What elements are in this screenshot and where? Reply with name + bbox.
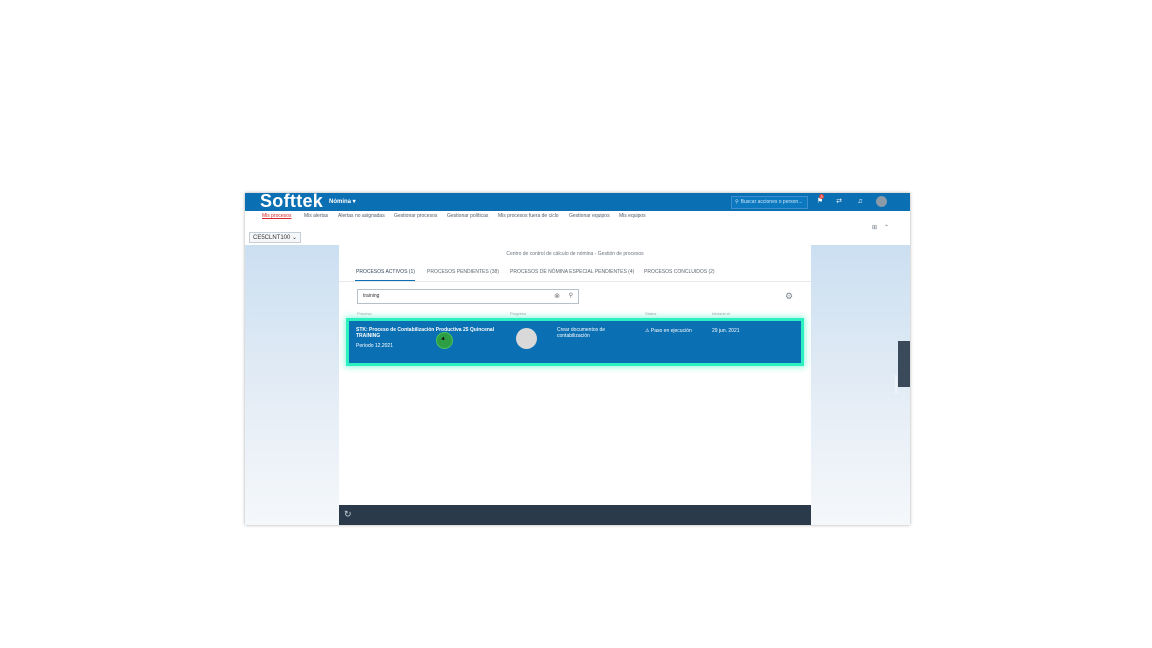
system-selector-label: CE5CLNT100 <box>253 235 291 241</box>
process-period: Período 12.2021 <box>356 343 393 349</box>
collapse-icon[interactable]: ⌃ <box>884 224 889 231</box>
avatar[interactable] <box>876 196 887 207</box>
expand-icon[interactable]: ⊞ <box>872 224 877 231</box>
global-search[interactable]: ⚲ Buscar acciones o person... <box>731 196 808 209</box>
column-header-status[interactable]: Status <box>645 311 656 316</box>
assistant-label: Asistencia <box>894 375 899 394</box>
table-row[interactable]: STK: Proceso de Contabilización Producti… <box>349 321 801 363</box>
status-cell: ⚠ Paso en ejecución <box>645 328 692 334</box>
nav-item-mis-equipos[interactable]: Mis equipos <box>619 213 646 219</box>
settings-icon[interactable]: ⚙ <box>785 291 793 302</box>
nav-item-gestionar-politicas[interactable]: Gestionar políticas <box>447 213 488 219</box>
search-input[interactable]: training ⊗ ⚲ <box>357 289 579 304</box>
nav-item-procesos-fuera-de-ciclo[interactable]: Mis procesos fuera de ciclo <box>498 213 559 219</box>
system-selector[interactable]: CE5CLNT100 ⌄ <box>249 232 302 243</box>
process-card: Centro de control de cálculo de nómina -… <box>339 245 811 525</box>
search-value: training <box>363 293 380 299</box>
clear-icon[interactable]: ⊗ <box>554 290 560 303</box>
share-icon[interactable]: ⇄ <box>834 196 844 207</box>
cursor-icon <box>436 332 453 349</box>
refresh-icon[interactable]: ↻ <box>344 509 352 520</box>
module-label: Nómina <box>329 199 352 205</box>
search-placeholder: Buscar acciones o person... <box>740 199 803 205</box>
column-header-proceso[interactable]: Proceso <box>357 311 372 316</box>
nav-item-mis-procesos[interactable]: Mis procesos <box>262 213 291 219</box>
divider <box>339 281 811 282</box>
status-text: Paso en ejecución <box>650 328 692 334</box>
app-window: Softtek Nómina ▾ ⚲ Buscar acciones o pers… <box>245 193 910 525</box>
context-bar: CE5CLNT100 ⌄ ⊞ ⌃ <box>245 222 910 245</box>
process-step: Crear documentos de contabilización <box>557 327 606 339</box>
process-title[interactable]: STK: Proceso de Contabilización Producti… <box>356 327 506 339</box>
tab-procesos-pendientes[interactable]: PROCESOS PENDIENTES (38) <box>427 269 499 275</box>
footer-bar: ↻ <box>339 505 811 525</box>
nav-item-alertas-no-asignadas[interactable]: Alertas no asignadas <box>338 213 385 219</box>
search-icon[interactable]: ⚲ <box>569 290 573 303</box>
softtek-logo[interactable]: Softtek <box>260 193 323 212</box>
tab-procesos-activos[interactable]: PROCESOS ACTIVOS (1) <box>356 269 415 275</box>
nav-item-gestionar-equipos[interactable]: Gestionar equipos <box>569 213 610 219</box>
notification-badge: 3 <box>819 194 824 199</box>
tab-nomina-especial-pendientes[interactable]: PROCESOS DE NÓMINA ESPECIAL PENDIENTES (… <box>510 269 634 275</box>
module-menu[interactable]: Nómina ▾ <box>329 198 356 205</box>
bell-icon[interactable]: ♫ <box>855 196 865 207</box>
nav-item-mis-alertas[interactable]: Mis alertas <box>304 213 328 219</box>
search-icon: ⚲ <box>735 199 739 205</box>
start-date: 29 jun. 2021 <box>712 328 740 334</box>
tab-procesos-concluidos[interactable]: PROCESOS CONCLUIDOS (2) <box>644 269 715 275</box>
column-header-progreso[interactable]: Progreso <box>510 311 526 316</box>
page-title: Centro de control de cálculo de nómina -… <box>506 251 644 257</box>
assistant-tab[interactable]: Asistencia <box>894 341 910 393</box>
warning-icon: ⚠ <box>645 328 650 334</box>
column-header-iniciado[interactable]: Iniciado el <box>712 311 730 316</box>
nav-item-gestionar-procesos[interactable]: Gestionar procesos <box>394 213 437 219</box>
shell-header: Softtek Nómina ▾ ⚲ Buscar acciones o pers… <box>245 193 910 211</box>
progress-indicator <box>516 328 537 349</box>
